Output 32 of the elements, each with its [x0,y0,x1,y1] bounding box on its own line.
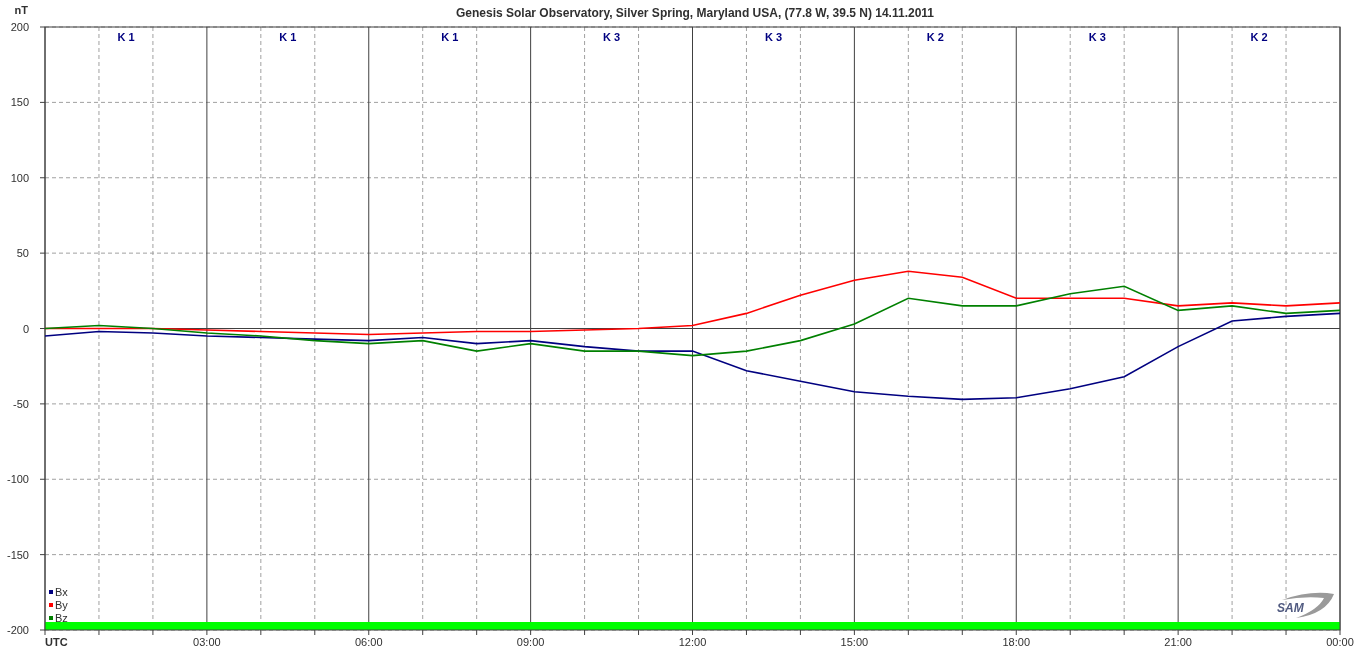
y-tick-label: 0 [22,322,29,335]
k-index-label: K 2 [926,31,944,43]
logo-text: SAM [1277,601,1304,615]
y-tick-label: -100 [6,473,29,486]
x-tick-label: UTC [45,636,68,648]
y-tick-label: -200 [6,624,29,636]
x-tick-label: 03:00 [193,636,221,648]
y-tick-label: 200 [10,21,29,33]
y-tick-label: -50 [13,397,29,410]
y-tick-label: 50 [16,247,29,260]
legend-label: By [55,599,68,611]
k-index-label: K 1 [441,31,459,43]
x-tick-label: 12:00 [678,636,707,648]
x-tick-label: 15:00 [840,636,869,648]
y-tick-label: 150 [10,96,29,109]
k-index-label: K 1 [117,31,135,43]
y-tick-label: 100 [10,171,29,184]
legend-label: Bz [55,612,68,624]
k-index-label: K 3 [1088,31,1106,43]
x-tick-label: 18:00 [1002,636,1030,648]
k-index-label: K 1 [279,31,297,43]
k-index-label: K 2 [1250,31,1268,43]
x-tick-label: 06:00 [355,636,383,648]
k-index-label: K 3 [603,31,621,43]
y-tick-label: -150 [6,548,29,561]
legend-label: Bx [55,586,68,598]
k-index-label: K 3 [764,31,782,43]
x-tick-label: 09:00 [516,636,545,648]
y-axis-label: nT [14,4,28,16]
chart-title: Genesis Solar Observatory, Silver Spring, Maryland USA, (77.8 W, 39.5 N) 14.11.2011 [456,6,934,20]
x-tick-label: 00:00 [1326,636,1354,648]
x-tick-label: 21:00 [1164,636,1192,648]
